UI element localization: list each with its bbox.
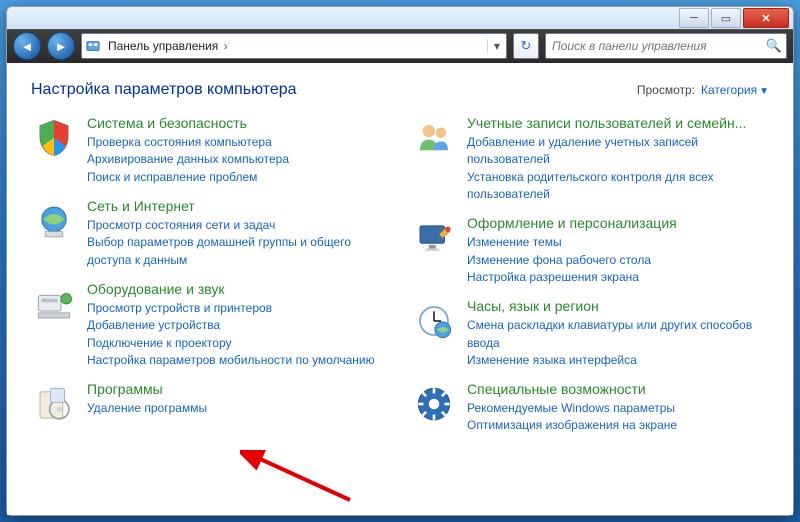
- category-link[interactable]: Подключение к проектору: [87, 335, 389, 352]
- category-ease-access: Специальные возможности Рекомендуемые Win…: [411, 381, 769, 435]
- ease-access-icon: [411, 381, 457, 427]
- category-system-security: Система и безопасность Проверка состояния…: [31, 115, 389, 186]
- category-link[interactable]: Настройка разрешения экрана: [467, 269, 769, 286]
- category-link[interactable]: Изменение фона рабочего стола: [467, 252, 769, 269]
- category-link[interactable]: Добавление устройства: [87, 317, 389, 334]
- nav-forward-button[interactable]: ►: [47, 32, 75, 60]
- category-body: Оборудование и звук Просмотр устройств и …: [87, 281, 389, 369]
- view-by-label: Просмотр:: [637, 83, 695, 97]
- category-programs: Программы Удаление программы: [31, 381, 389, 427]
- nav-back-button[interactable]: ◄: [13, 32, 41, 60]
- control-panel-icon: [82, 39, 104, 53]
- maximize-button[interactable]: ▭: [711, 8, 741, 28]
- search-input[interactable]: [550, 38, 766, 54]
- search-box[interactable]: 🔍: [545, 33, 787, 59]
- category-network-internet: Сеть и Интернет Просмотр состояния сети и…: [31, 198, 389, 269]
- category-body: Оформление и персонализация Изменение тем…: [467, 215, 769, 286]
- user-accounts-icon: [411, 115, 457, 161]
- category-body: Сеть и Интернет Просмотр состояния сети и…: [87, 198, 389, 269]
- category-link[interactable]: Изменение темы: [467, 234, 769, 251]
- right-column: Учетные записи пользователей и семейн...…: [411, 115, 769, 447]
- category-link[interactable]: Добавление и удаление учетных записей по…: [467, 134, 769, 169]
- refresh-button[interactable]: ↻: [513, 33, 539, 59]
- view-by-value[interactable]: Категория: [701, 83, 757, 97]
- category-link[interactable]: Установка родительского контроля для все…: [467, 169, 769, 204]
- category-body: Часы, язык и регион Смена раскладки клави…: [467, 298, 769, 369]
- address-dropdown[interactable]: ▾: [487, 39, 506, 53]
- category-link[interactable]: Проверка состояния компьютера: [87, 134, 389, 151]
- category-title-hardware-sound[interactable]: Оборудование и звук: [87, 281, 389, 298]
- category-body: Система и безопасность Проверка состояния…: [87, 115, 389, 186]
- category-link[interactable]: Смена раскладки клавиатуры или других сп…: [467, 317, 769, 352]
- category-link[interactable]: Настройка параметров мобильности по умол…: [87, 352, 389, 369]
- chevron-down-icon[interactable]: ▼: [759, 86, 769, 97]
- minimize-button[interactable]: ─: [679, 8, 709, 28]
- programs-icon: [31, 381, 77, 427]
- page-title: Настройка параметров компьютера: [31, 81, 297, 99]
- category-link[interactable]: Изменение языка интерфейса: [467, 352, 769, 369]
- hardware-sound-icon: [31, 281, 77, 327]
- left-column: Система и безопасность Проверка состояния…: [31, 115, 389, 447]
- category-user-accounts: Учетные записи пользователей и семейн...…: [411, 115, 769, 203]
- control-panel-window: ─ ▭ ✕ ◄ ► Панель управления › ▾ ↻ 🔍 Наст…: [6, 6, 794, 516]
- appearance-icon: [411, 215, 457, 261]
- category-title-programs[interactable]: Программы: [87, 381, 389, 398]
- close-button[interactable]: ✕: [743, 8, 789, 28]
- category-title-system-security[interactable]: Система и безопасность: [87, 115, 389, 132]
- category-body: Специальные возможности Рекомендуемые Win…: [467, 381, 769, 435]
- category-link[interactable]: Просмотр состояния сети и задач: [87, 217, 389, 234]
- category-title-network-internet[interactable]: Сеть и Интернет: [87, 198, 389, 215]
- category-body: Программы Удаление программы: [87, 381, 389, 427]
- system-security-icon: [31, 115, 77, 161]
- category-title-clock-region[interactable]: Часы, язык и регион: [467, 298, 769, 315]
- address-bar[interactable]: Панель управления › ▾: [81, 33, 507, 59]
- category-link[interactable]: Рекомендуемые Windows параметры: [467, 400, 769, 417]
- breadcrumb-root[interactable]: Панель управления: [108, 39, 218, 53]
- content-area: Настройка параметров компьютера Просмотр…: [7, 63, 793, 515]
- category-link[interactable]: Просмотр устройств и принтеров: [87, 300, 389, 317]
- category-link[interactable]: Выбор параметров домашней группы и общег…: [87, 234, 389, 269]
- category-title-user-accounts[interactable]: Учетные записи пользователей и семейн...: [467, 115, 769, 132]
- category-title-ease-access[interactable]: Специальные возможности: [467, 381, 769, 398]
- category-link[interactable]: Архивирование данных компьютера: [87, 151, 389, 168]
- category-link[interactable]: Оптимизация изображения на экране: [467, 417, 769, 434]
- category-body: Учетные записи пользователей и семейн...…: [467, 115, 769, 203]
- titlebar: ─ ▭ ✕: [7, 7, 793, 29]
- search-icon[interactable]: 🔍: [766, 38, 782, 54]
- category-link[interactable]: Удаление программы: [87, 400, 389, 417]
- network-internet-icon: [31, 198, 77, 244]
- address-text: Панель управления ›: [104, 39, 487, 53]
- category-appearance: Оформление и персонализация Изменение тем…: [411, 215, 769, 286]
- category-hardware-sound: Оборудование и звук Просмотр устройств и …: [31, 281, 389, 369]
- navbar: ◄ ► Панель управления › ▾ ↻ 🔍: [7, 29, 793, 63]
- category-link[interactable]: Поиск и исправление проблем: [87, 169, 389, 186]
- category-clock-region: Часы, язык и регион Смена раскладки клави…: [411, 298, 769, 369]
- category-title-appearance[interactable]: Оформление и персонализация: [467, 215, 769, 232]
- clock-region-icon: [411, 298, 457, 344]
- chevron-right-icon: ›: [222, 39, 230, 53]
